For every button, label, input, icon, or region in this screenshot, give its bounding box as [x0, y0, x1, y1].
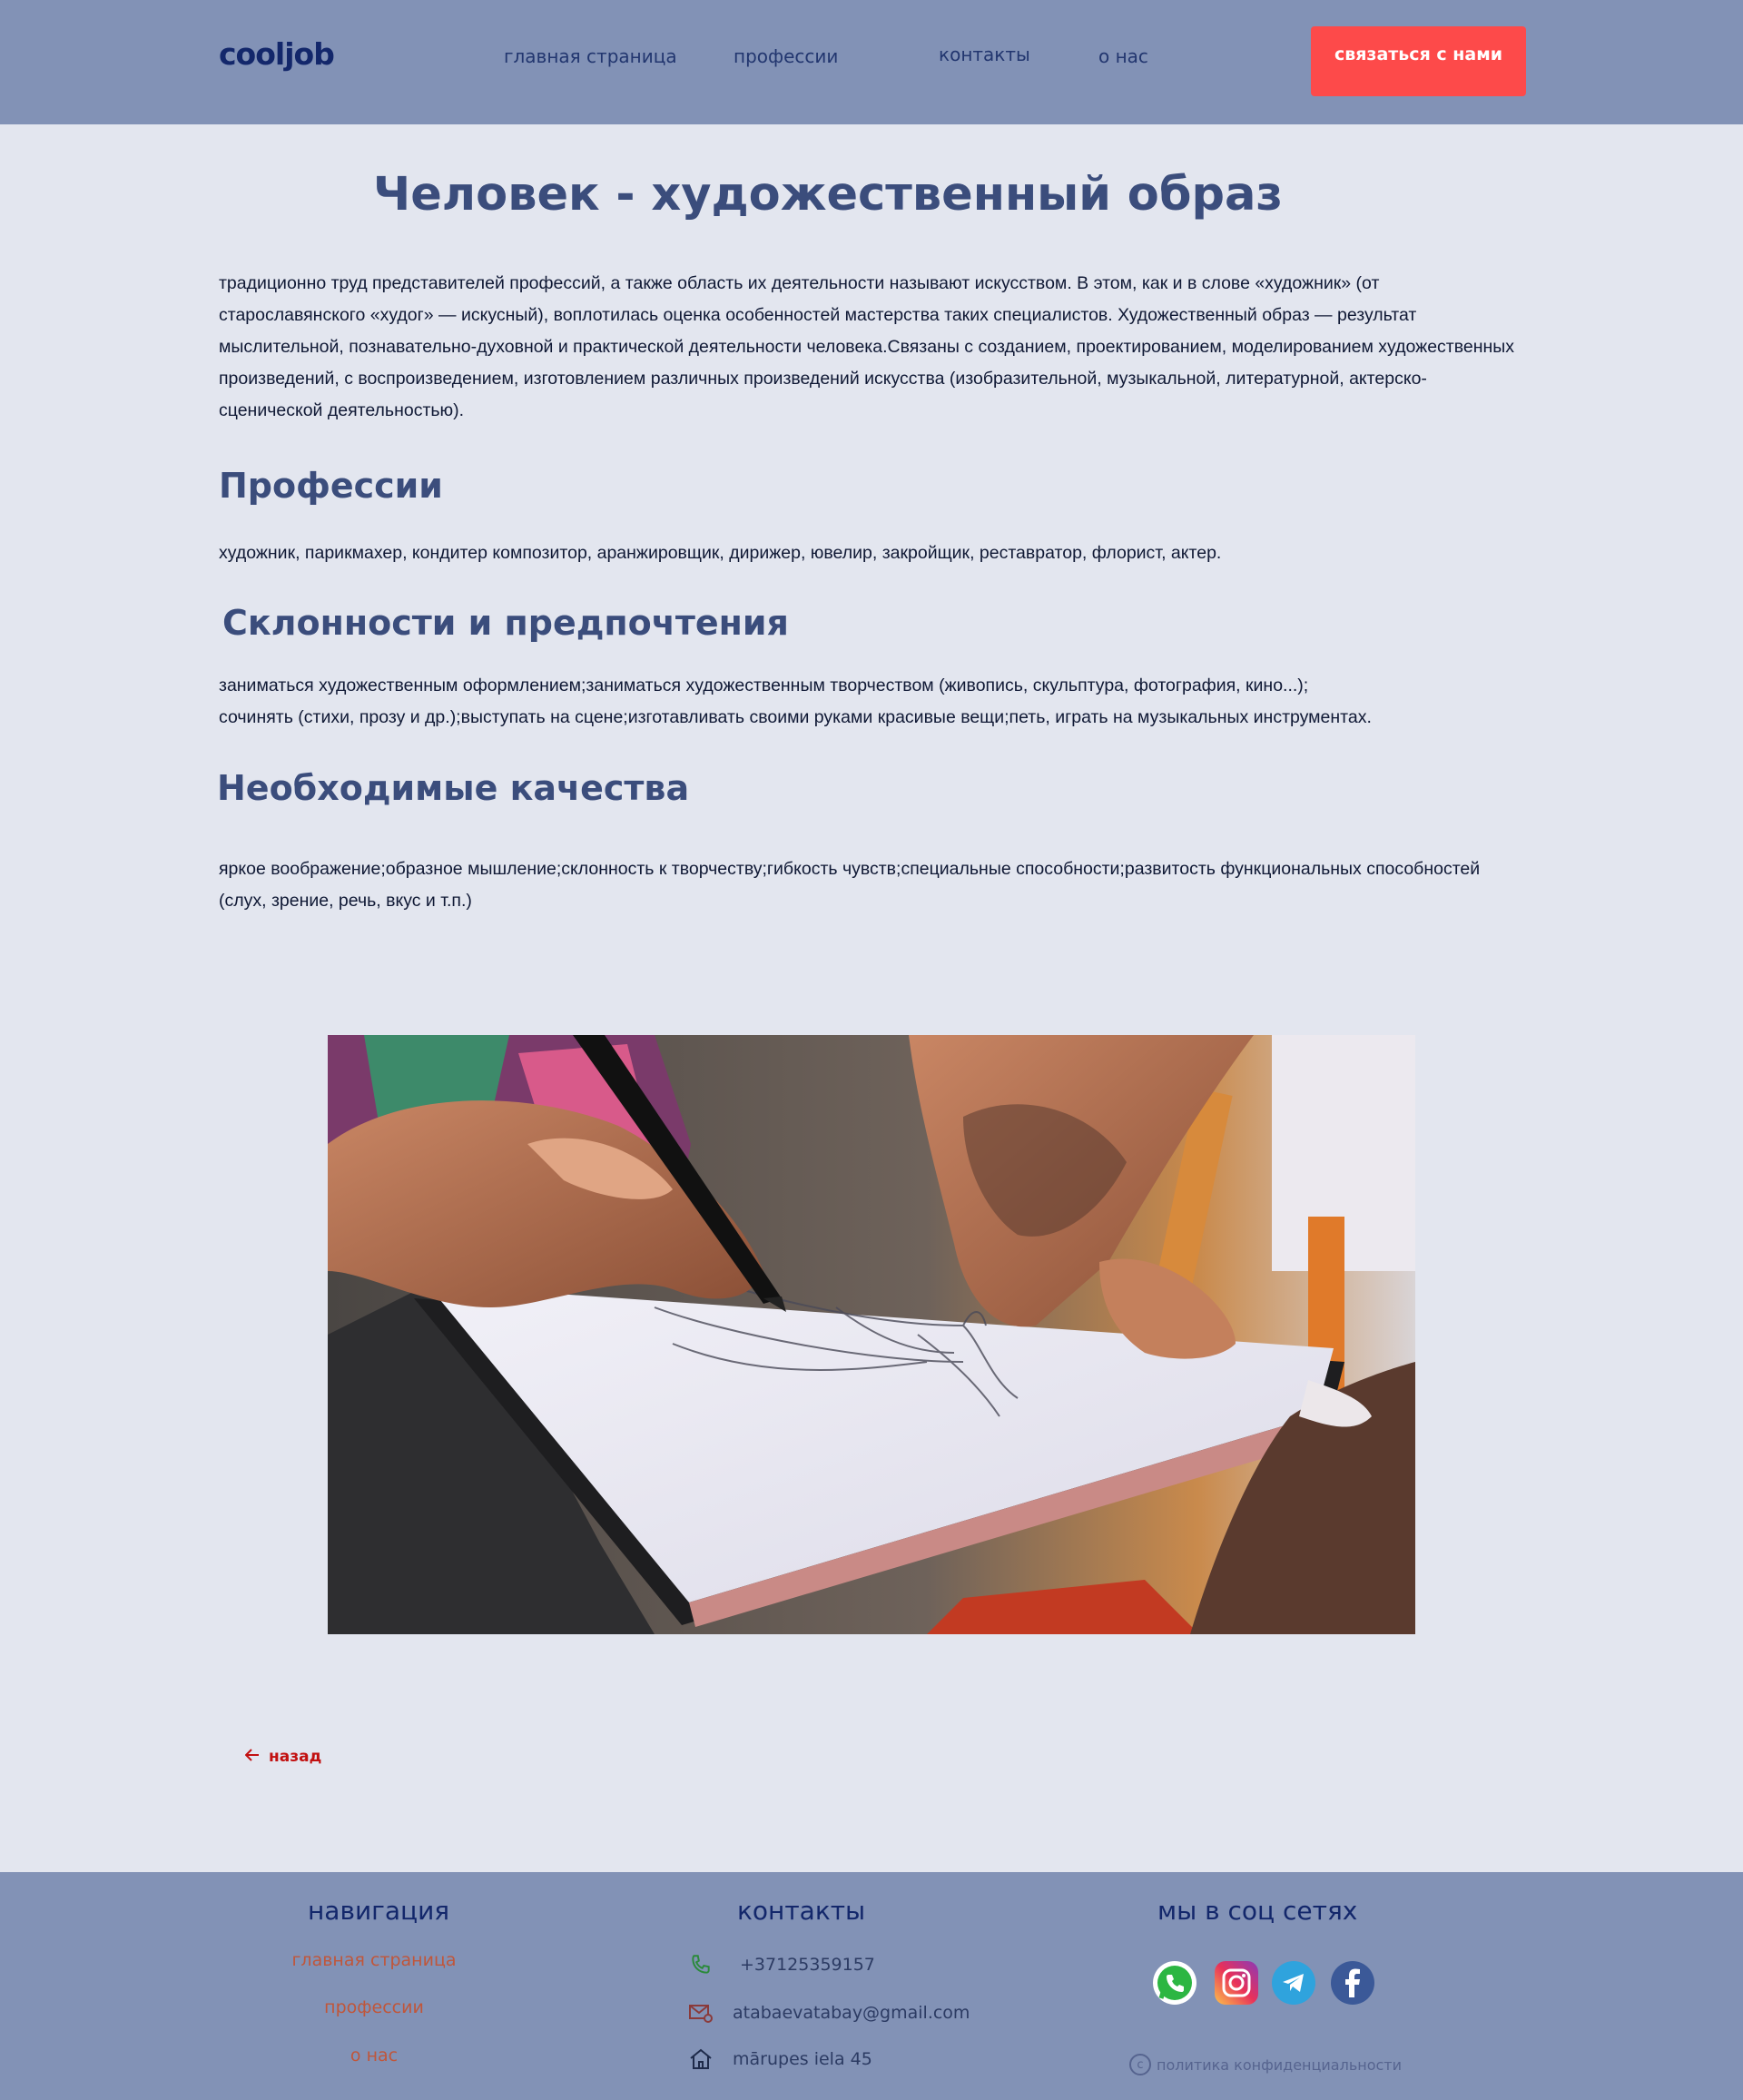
nav-link-professions[interactable]: профессии [734, 45, 838, 67]
nav-link-contacts[interactable]: контакты [939, 44, 1030, 65]
qualities-text: яркое воображение;образное мышление;скло… [219, 859, 1481, 911]
inclinations-text-line-2: сочинять (стихи, прозу и др.);выступать … [219, 707, 1372, 727]
nav-link-home[interactable]: главная страница [504, 45, 677, 67]
nav-link-about[interactable]: о нас [1098, 45, 1148, 67]
section-heading-qualities: Необходимые качества [217, 768, 690, 808]
footer-link-professions[interactable]: профессии [238, 1997, 510, 2017]
artist-drawing-photo [328, 1035, 1415, 1634]
footer-social-heading: мы в соц сетях [1157, 1896, 1358, 1926]
intro-paragraph: традиционно труд представителей професси… [219, 273, 1515, 420]
footer-link-about[interactable]: о нас [238, 2046, 510, 2065]
footer-contacts-heading: контакты [737, 1896, 866, 1926]
privacy-policy-link[interactable]: c политика конфиденциальности [1129, 2054, 1402, 2075]
back-link[interactable]: назад [244, 1748, 322, 1766]
footer-email[interactable]: atabaevatabay@gmail.com [687, 1999, 970, 2026]
copyright-icon: c [1129, 2054, 1151, 2075]
inclinations-text-line-1: заниматься художественным оформлением;за… [219, 675, 1309, 695]
contact-us-button[interactable]: связаться с нами [1311, 26, 1526, 96]
whatsapp-icon[interactable] [1153, 1961, 1196, 2005]
footer-nav-heading: навигация [308, 1896, 450, 1926]
professions-text: художник, парикмахер, кондитер композито… [219, 543, 1222, 563]
back-link-label: назад [269, 1748, 322, 1766]
footer-link-home[interactable]: главная страница [238, 1950, 510, 1970]
telegram-icon[interactable] [1272, 1961, 1315, 2005]
footer-phone[interactable]: +37125359157 [687, 1951, 875, 1978]
address-text: mārupes iela 45 [733, 2049, 872, 2069]
section-heading-inclinations: Склонности и предпочтения [222, 603, 789, 643]
phone-number: +37125359157 [740, 1955, 875, 1975]
privacy-policy-label: политика конфиденциальности [1157, 2056, 1403, 2074]
logo[interactable]: cooljob [219, 36, 335, 72]
page-title: Человек - художественный образ [373, 168, 1283, 222]
mail-icon [687, 1999, 714, 2026]
phone-icon [687, 1951, 714, 1978]
site-header: cooljob главная страница профессии конта… [0, 0, 1743, 124]
section-heading-professions: Профессии [219, 466, 443, 506]
home-icon [687, 2046, 714, 2073]
footer-address: mārupes iela 45 [687, 2046, 872, 2073]
arrow-left-icon [244, 1748, 260, 1766]
facebook-icon[interactable] [1331, 1961, 1374, 2005]
email-address: atabaevatabay@gmail.com [733, 2003, 970, 2023]
instagram-icon[interactable] [1215, 1961, 1258, 2005]
